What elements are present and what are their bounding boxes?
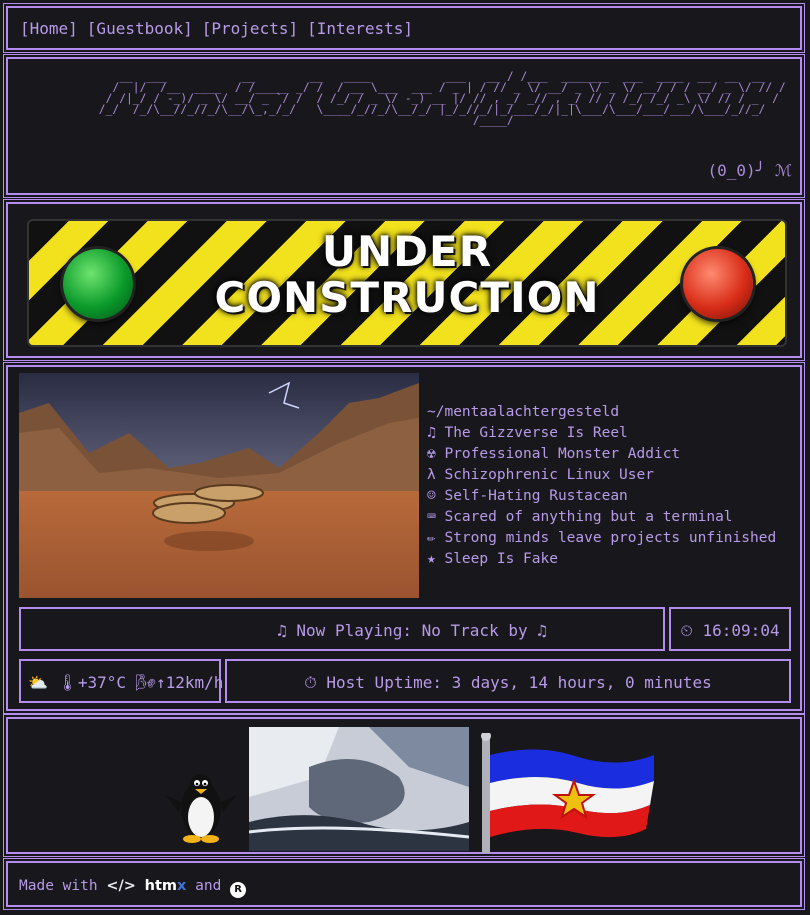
uptime-text: ⏱ Host Uptime: 3 days, 14 hours, 0 minut…	[304, 673, 712, 692]
htmx-logo-x: x	[177, 878, 187, 894]
under-construction-text: UNDER CONSTRUCTION	[29, 229, 785, 321]
uptime-box: ⏱ Host Uptime: 3 days, 14 hours, 0 minut…	[225, 659, 791, 703]
nav-guestbook-link[interactable]: [Guestbook]	[87, 19, 193, 38]
nav-bar: [Home] [Guestbook] [Projects] [Interests]	[3, 3, 805, 53]
footer-and: and	[195, 878, 222, 894]
profile-line: ♫ The Gizzverse Is Reel	[427, 425, 628, 441]
nav-interests-link[interactable]: [Interests]	[307, 19, 413, 38]
under-construction-sign: UNDER CONSTRUCTION	[27, 219, 787, 347]
rust-icon[interactable]: R	[230, 882, 247, 898]
kaomoji: (0_0)╯ ℳ	[707, 161, 792, 180]
profile-line: ✏ Strong minds leave projects unfinished	[427, 530, 777, 546]
profile-line: ★ Sleep Is Fake	[427, 551, 558, 567]
clock-text: ⏲ 16:09:04	[680, 621, 780, 640]
page: [Home] [Guestbook] [Projects] [Interests] _…	[0, 0, 810, 915]
gif-strip	[3, 714, 805, 857]
weather-box: ⛅ 🌡+37°C 🌬↑12km/h	[19, 659, 224, 703]
footer-made-with: Made with	[19, 878, 98, 894]
now-playing-text: ♫ Now Playing: No Track by ♫	[277, 621, 547, 640]
profile-line: λ Schizophrenic Linux User	[427, 467, 654, 483]
profile-line: ☺ Self-Hating Rustacean	[427, 488, 628, 504]
nav-links: [Home] [Guestbook] [Projects] [Interests]	[20, 19, 422, 38]
footer: Made with </> htmx and R	[3, 858, 805, 910]
clock-box: ⏲ 16:09:04	[669, 607, 791, 651]
footer-text: Made with </> htmx and R	[19, 878, 247, 898]
profile-line: ⌨ Scared of anything but a terminal	[427, 509, 733, 525]
uc-line-1: UNDER	[321, 227, 493, 276]
tux-penguin-icon	[161, 767, 241, 851]
weather-text: ⛅ 🌡+37°C 🌬↑12km/h	[28, 673, 224, 692]
snow-seal-image	[249, 727, 469, 851]
nav-home-link[interactable]: [Home]	[20, 19, 78, 38]
under-construction-section: UNDER CONSTRUCTION	[3, 199, 805, 361]
now-playing-box: ♫ Now Playing: No Track by ♫	[19, 607, 665, 651]
uc-line-2: CONSTRUCTION	[214, 273, 600, 322]
ascii-title: __ ___ __ __ ____ ___ __ / /___ _______ …	[98, 70, 786, 127]
profile-line: ☢ Professional Monster Addict	[427, 446, 681, 462]
htmx-logo[interactable]: htmx	[145, 878, 187, 894]
profile-info: ~/mentaalachtergesteld ♫ The Gizzverse I…	[427, 402, 776, 570]
yugoslavia-flag-icon	[478, 731, 658, 857]
code-icon: </>	[106, 878, 136, 894]
desert-snake-image	[19, 373, 419, 598]
ascii-banner: __ ___ __ __ ____ ___ __ / /___ _______ …	[3, 54, 805, 198]
nav-projects-link[interactable]: [Projects]	[202, 19, 298, 38]
htmx-logo-htm: htm	[144, 878, 178, 894]
profile-section: ~/mentaalachtergesteld ♫ The Gizzverse I…	[3, 362, 805, 714]
profile-path: ~/mentaalachtergesteld	[427, 404, 620, 420]
